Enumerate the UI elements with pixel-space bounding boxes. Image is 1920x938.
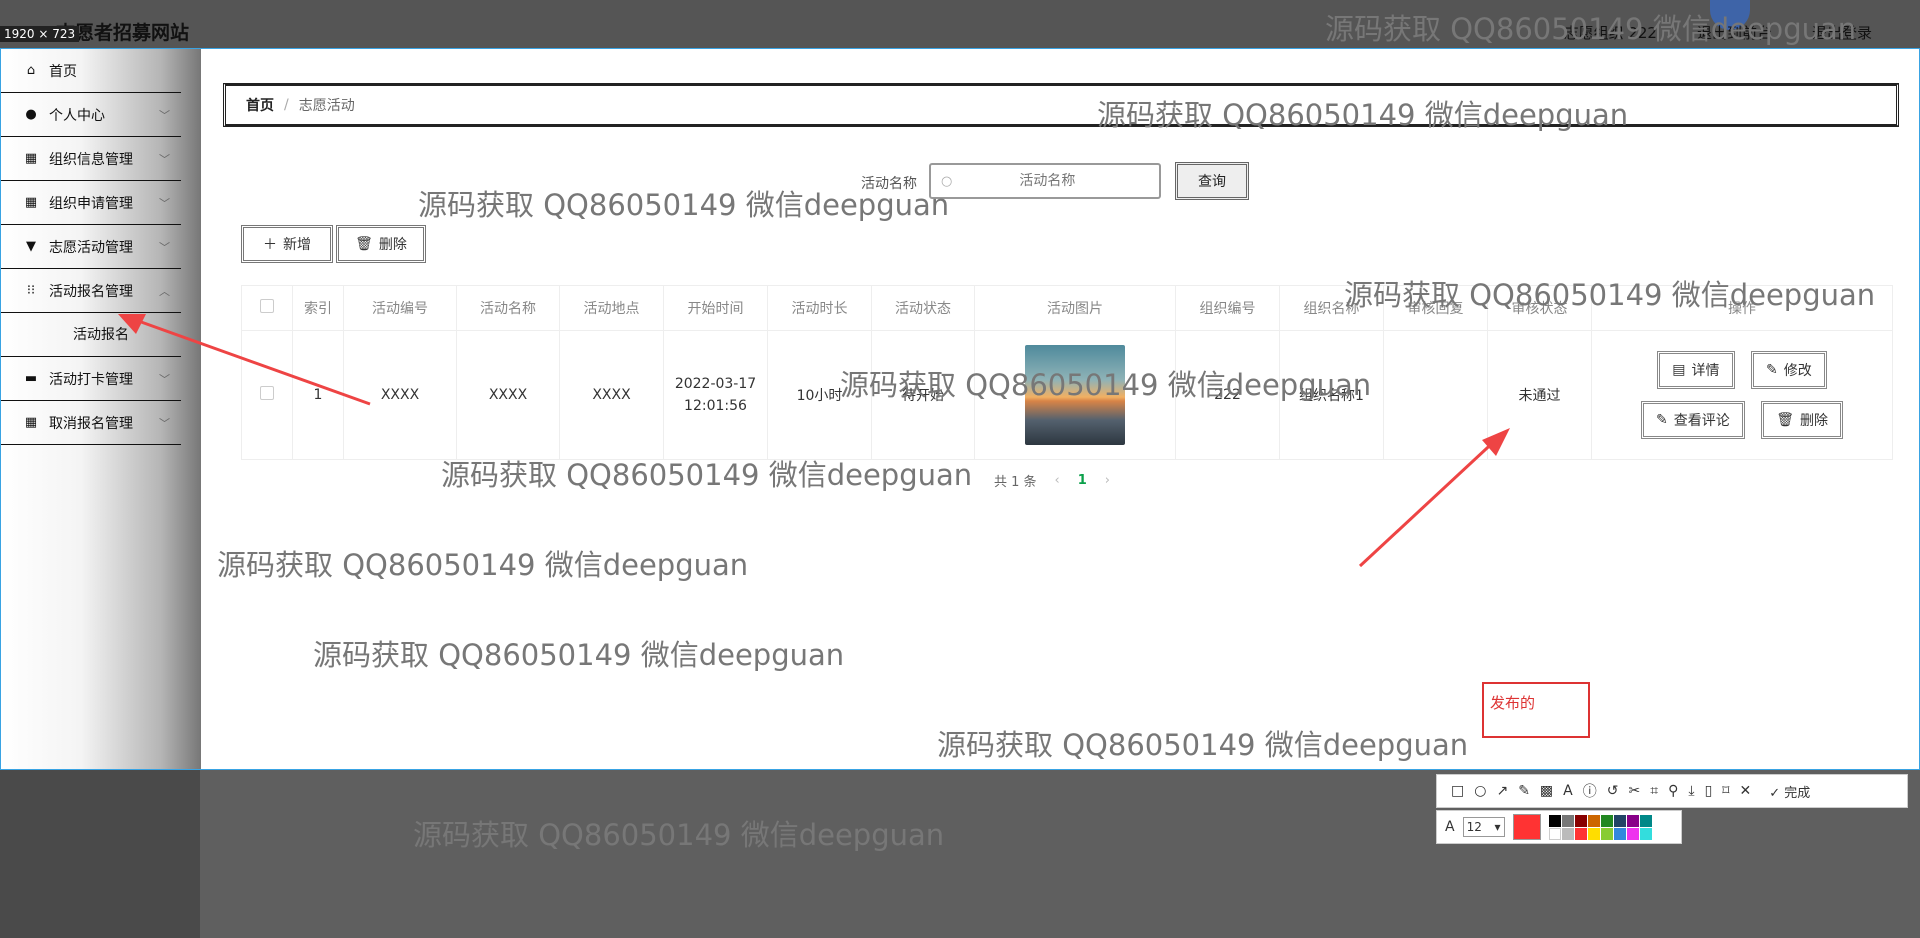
font-size-select[interactable]: 12 ▾ bbox=[1462, 817, 1505, 837]
color-swatch[interactable] bbox=[1587, 814, 1600, 827]
bookmark-icon[interactable]: ⌑ bbox=[1722, 783, 1729, 799]
color-swatch[interactable] bbox=[1561, 814, 1574, 827]
color-swatch[interactable] bbox=[1600, 814, 1613, 827]
color-swatch[interactable] bbox=[1548, 814, 1561, 827]
annotation-text-box[interactable]: 发布的 bbox=[1482, 682, 1590, 738]
annotation-arrow bbox=[129, 316, 371, 406]
color-swatch[interactable] bbox=[1587, 827, 1600, 840]
snip-toolbar: □ ○ ↗ ✎ ▩ A ⓘ ↺ ✂ ⌗ ⚲ ⤓ ▯ ⌑ ✕ ✓ 完成 bbox=[1436, 774, 1908, 808]
color-swatch[interactable] bbox=[1626, 827, 1639, 840]
font-icon: A bbox=[1445, 819, 1455, 835]
mosaic-icon[interactable]: ▩ bbox=[1540, 783, 1553, 799]
pin-icon[interactable]: ⚲ bbox=[1668, 783, 1678, 799]
arrow-icon[interactable]: ↗ bbox=[1496, 783, 1508, 799]
color-swatch[interactable] bbox=[1639, 827, 1652, 840]
color-swatch[interactable] bbox=[1574, 814, 1587, 827]
arrowhead-icon bbox=[1482, 428, 1510, 456]
color-palette bbox=[1548, 814, 1652, 840]
scissors-icon[interactable]: ✂ bbox=[1628, 783, 1640, 799]
color-swatch[interactable] bbox=[1613, 827, 1626, 840]
annotation-arrow bbox=[1358, 434, 1502, 568]
color-swatch[interactable] bbox=[1626, 814, 1639, 827]
text-icon[interactable]: A bbox=[1563, 783, 1573, 799]
done-button[interactable]: ✓ 完成 bbox=[1769, 782, 1810, 801]
color-swatch[interactable] bbox=[1548, 827, 1561, 840]
color-swatch[interactable] bbox=[1600, 827, 1613, 840]
color-swatch[interactable] bbox=[1561, 827, 1574, 840]
ellipse-icon[interactable]: ○ bbox=[1474, 783, 1486, 799]
color-swatch[interactable] bbox=[1574, 827, 1587, 840]
number-icon[interactable]: ⓘ bbox=[1583, 781, 1597, 801]
snip-style-toolbar: A 12 ▾ bbox=[1436, 810, 1682, 844]
color-swatch[interactable] bbox=[1613, 814, 1626, 827]
color-swatch[interactable] bbox=[1639, 814, 1652, 827]
save-icon[interactable]: ▯ bbox=[1705, 783, 1713, 799]
download-icon[interactable]: ⤓ bbox=[1688, 783, 1694, 799]
current-color-swatch[interactable] bbox=[1512, 814, 1541, 840]
rectangle-icon[interactable]: □ bbox=[1451, 783, 1464, 799]
close-icon[interactable]: ✕ bbox=[1739, 783, 1751, 799]
undo-icon[interactable]: ↺ bbox=[1607, 783, 1619, 799]
chevron-down-icon: ▾ bbox=[1494, 820, 1501, 834]
pen-icon[interactable]: ✎ bbox=[1518, 783, 1530, 799]
arrowhead-icon bbox=[118, 314, 146, 334]
crop-icon[interactable]: ⌗ bbox=[1650, 783, 1658, 799]
